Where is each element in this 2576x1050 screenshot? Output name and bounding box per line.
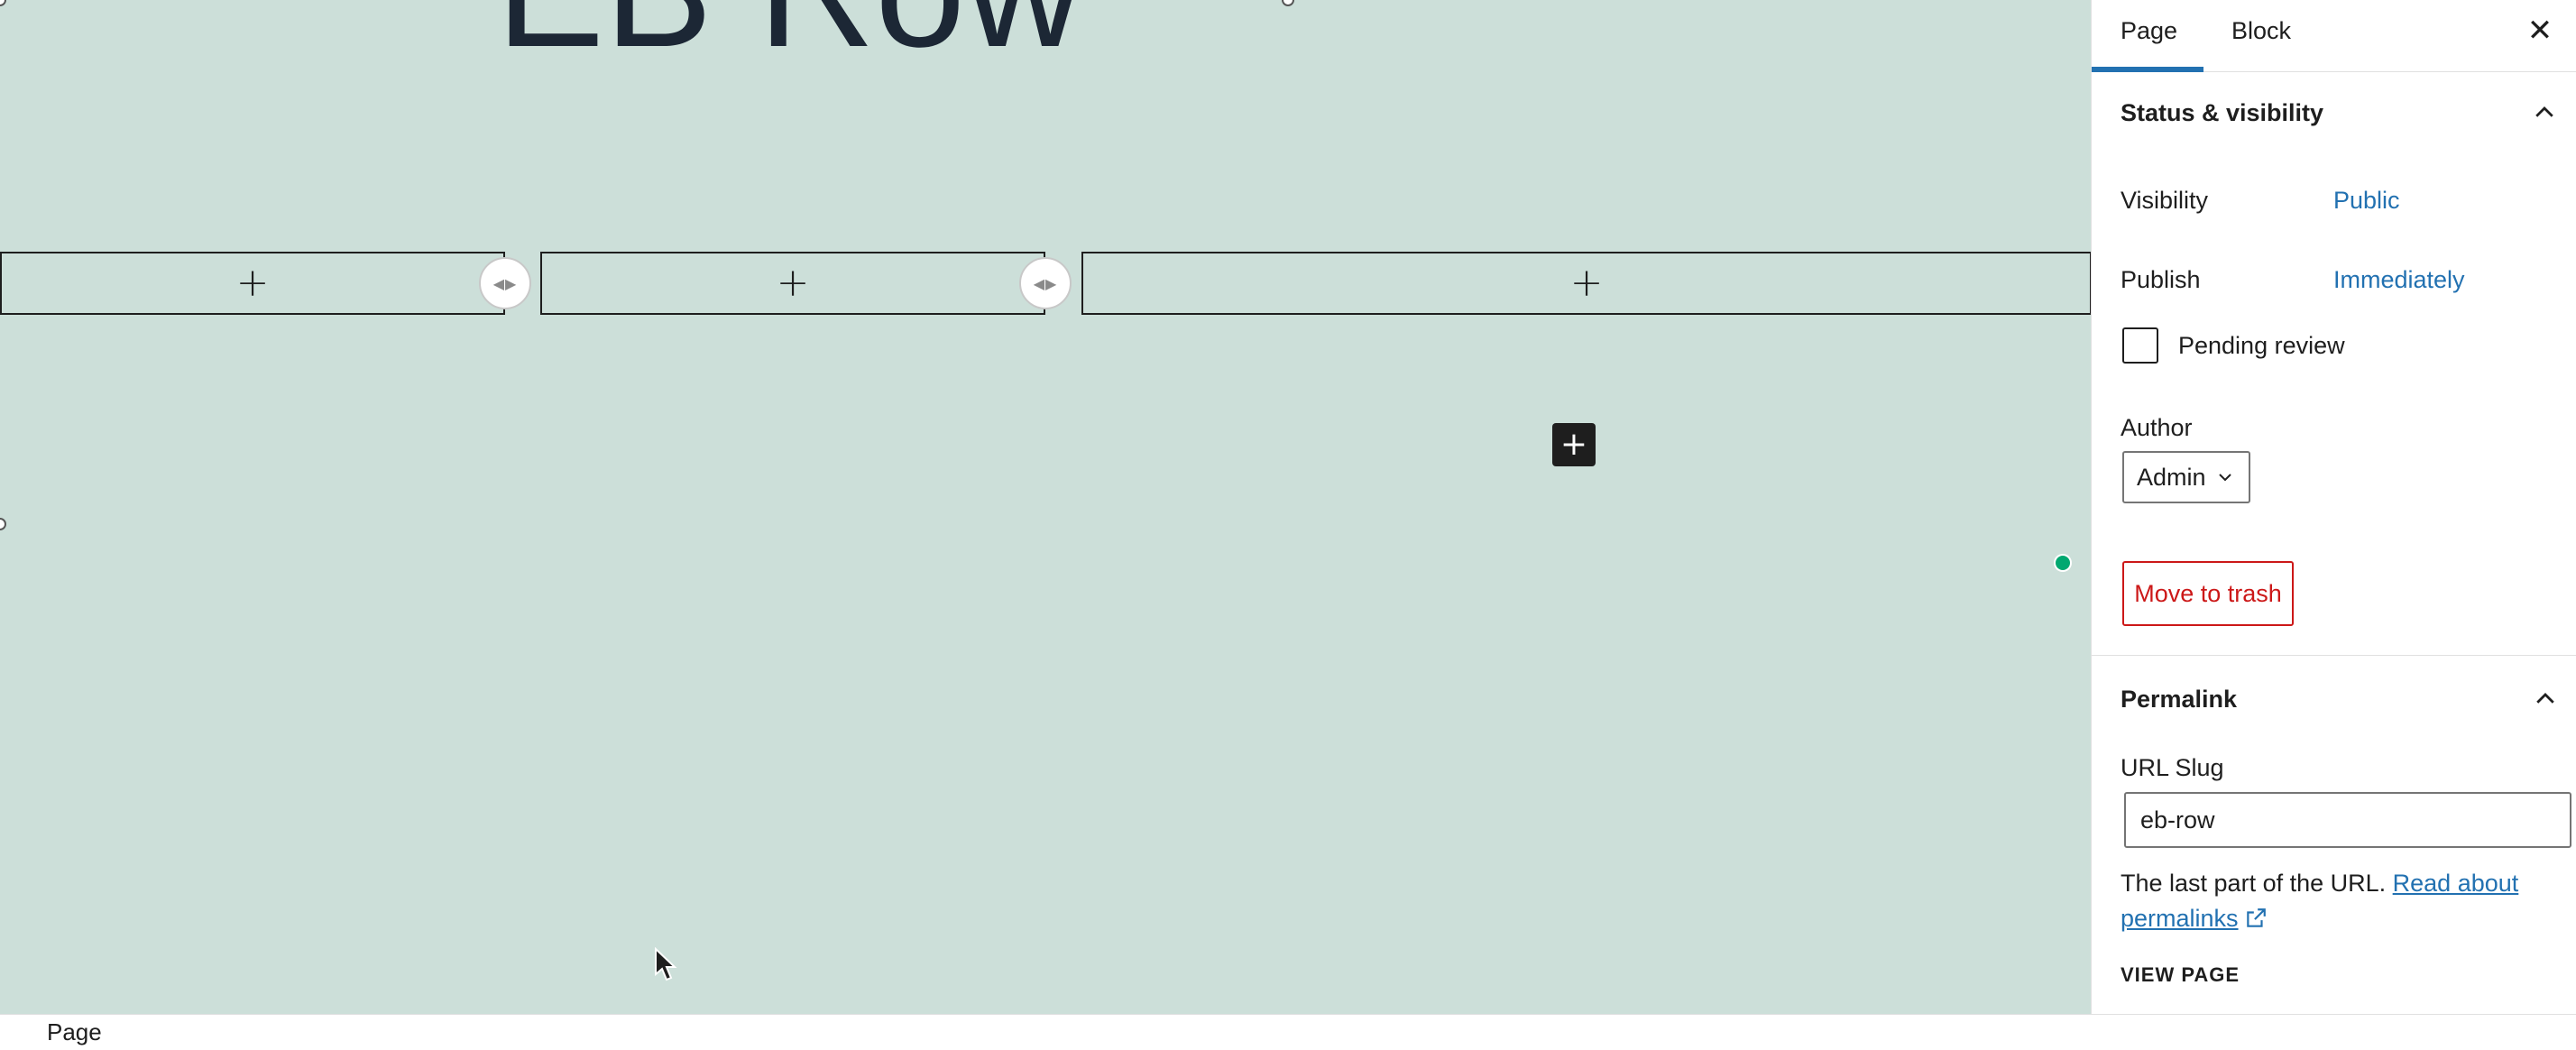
block-breadcrumb-bar: Page — [0, 1014, 2576, 1050]
pending-review-label[interactable]: Pending review — [2178, 332, 2345, 360]
external-link-icon — [2246, 908, 2266, 927]
move-to-trash-button[interactable]: Move to trash — [2122, 561, 2294, 626]
status-visibility-toggle[interactable]: Status & visibility — [2092, 72, 2576, 153]
url-slug-input[interactable] — [2124, 792, 2571, 848]
sidebar-tabs: Page Block ✕ — [2092, 0, 2576, 72]
selection-handle[interactable] — [0, 518, 6, 530]
settings-sidebar: Page Block ✕ Status & visibility Visibil… — [2091, 0, 2576, 1014]
row-column-1[interactable]: + — [0, 252, 505, 315]
view-page-link[interactable]: VIEW PAGE — [2121, 963, 2240, 987]
help-text: The last part of the URL. — [2121, 870, 2387, 897]
add-block-icon[interactable]: + — [777, 263, 810, 303]
panel-divider — [2092, 655, 2576, 656]
selection-handle[interactable] — [1282, 0, 1294, 6]
add-block-icon[interactable]: + — [1570, 263, 1604, 303]
url-slug-label: URL Slug — [2121, 754, 2224, 781]
chevron-up-icon[interactable] — [2532, 686, 2559, 713]
permalink-toggle[interactable]: Permalink — [2092, 659, 2576, 740]
add-block-icon[interactable]: + — [236, 263, 270, 303]
panel-heading: Permalink — [2121, 685, 2238, 713]
chevron-down-icon — [2218, 474, 2231, 482]
status-indicator-dot — [2056, 556, 2070, 570]
column-resize-handle-icon[interactable]: ◀▶ — [479, 257, 531, 309]
permalink-help-text: The last part of the URL. Read about per… — [2121, 866, 2553, 936]
visibility-value-button[interactable]: Public — [2333, 187, 2400, 215]
pending-review-checkbox[interactable] — [2122, 327, 2158, 364]
block-title[interactable]: EB Row — [496, 0, 1082, 72]
publish-date-button[interactable]: Immediately — [2333, 266, 2465, 294]
breadcrumb-page[interactable]: Page — [47, 1018, 102, 1046]
tab-page[interactable]: Page — [2121, 0, 2177, 72]
block-inserter-button[interactable]: + — [1552, 423, 1596, 466]
editor-canvas[interactable]: EB Row + + + ◀▶ ◀▶ + — [0, 0, 2091, 1014]
chevron-up-icon[interactable] — [2531, 99, 2558, 126]
author-select-value: Admin — [2137, 463, 2206, 491]
author-select[interactable]: Admin — [2122, 451, 2250, 503]
tab-block[interactable]: Block — [2231, 0, 2291, 72]
mouse-cursor-icon — [655, 947, 677, 981]
close-icon[interactable]: ✕ — [2522, 13, 2558, 49]
panel-heading: Status & visibility — [2121, 98, 2324, 126]
permalink-panel: Permalink — [2092, 659, 2576, 740]
column-resize-handle-icon[interactable]: ◀▶ — [1019, 257, 1072, 309]
row-column-3[interactable]: + — [1081, 252, 2091, 315]
visibility-label: Visibility — [2121, 187, 2209, 214]
row-column-2[interactable]: + — [540, 252, 1045, 315]
publish-label: Publish — [2121, 266, 2201, 293]
author-label: Author — [2121, 414, 2193, 441]
selection-handle[interactable] — [0, 0, 6, 6]
